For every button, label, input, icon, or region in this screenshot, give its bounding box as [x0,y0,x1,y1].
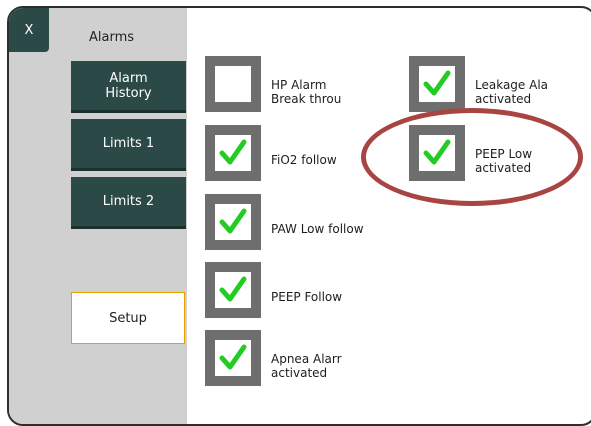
option-label: PEEP Low activated [475,147,533,175]
option-label: PEEP Follow [271,290,343,304]
checkmark-icon [219,208,247,234]
setup-button[interactable]: Setup [71,292,185,344]
checkbox[interactable] [205,330,261,386]
checkbox[interactable] [205,125,261,181]
limits-2-button[interactable]: Limits 2 [71,177,186,229]
checkbox[interactable] [205,262,261,318]
alarm-history-button[interactable]: Alarm History [71,61,186,113]
option-label: Apnea Alarr activated [271,352,342,380]
checkmark-icon [423,70,451,96]
checkbox[interactable] [409,56,465,112]
alarms-window: X Alarms Alarm History Limits 1 Limits 2… [7,6,591,426]
checkmark-icon [423,139,451,165]
options-panel: HP Alarm Break throu FiO2 follow PAW Low… [187,8,591,424]
limits-1-button[interactable]: Limits 1 [71,119,186,171]
close-button[interactable]: X [9,8,49,52]
option-label: PAW Low follow [271,222,364,236]
option-label: HP Alarm Break throu [271,78,342,106]
checkmark-icon [219,276,247,302]
checkmark-icon [219,344,247,370]
checkbox[interactable] [205,194,261,250]
checkmark-icon [219,139,247,165]
page-title: Alarms [89,30,135,45]
option-label: FiO2 follow [271,153,337,167]
checkbox[interactable] [205,56,261,112]
checkbox[interactable] [409,125,465,181]
sidebar: X Alarms Alarm History Limits 1 Limits 2… [9,8,187,424]
option-label: Leakage Ala activated [475,78,549,106]
